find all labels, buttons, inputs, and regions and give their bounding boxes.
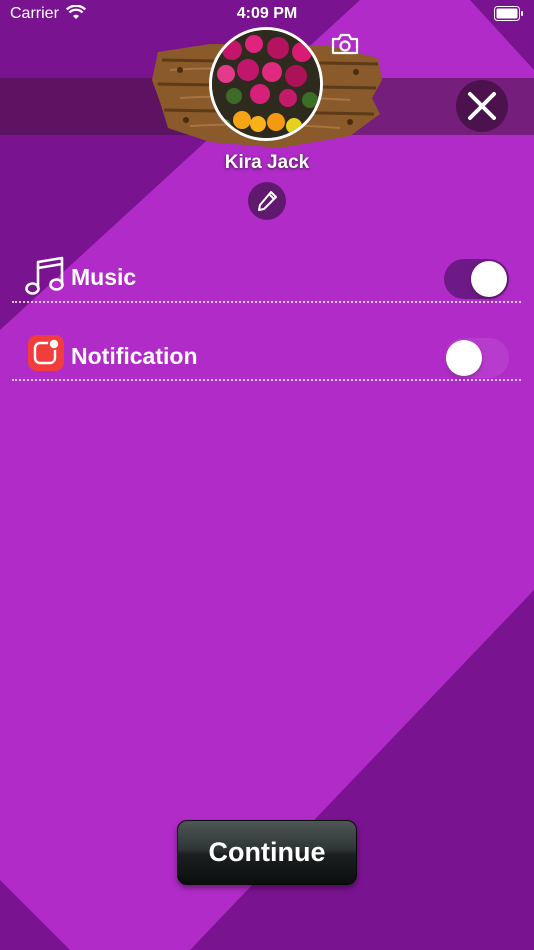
music-setting-row: Music bbox=[12, 256, 521, 300]
status-bar: Carrier 4:09 PM bbox=[0, 0, 534, 28]
close-button[interactable] bbox=[456, 80, 508, 132]
music-divider bbox=[12, 301, 521, 303]
notification-toggle-knob bbox=[446, 340, 482, 376]
notification-toggle[interactable] bbox=[444, 338, 509, 378]
notification-setting-row: Notification bbox=[12, 335, 521, 379]
camera-icon[interactable] bbox=[331, 33, 359, 55]
profile-name: Kira Jack bbox=[224, 152, 310, 173]
notification-divider bbox=[12, 379, 521, 381]
battery-icon bbox=[494, 6, 523, 21]
pencil-icon bbox=[258, 191, 277, 211]
notification-label: Notification bbox=[71, 343, 198, 369]
avatar[interactable] bbox=[209, 27, 323, 141]
notification-badge-icon bbox=[33, 338, 60, 365]
music-toggle-knob bbox=[471, 261, 507, 297]
edit-name-button[interactable] bbox=[248, 182, 286, 220]
avatar-photo bbox=[212, 30, 320, 138]
close-icon bbox=[468, 92, 496, 120]
continue-button[interactable]: Continue bbox=[177, 820, 357, 885]
status-time: 4:09 PM bbox=[236, 5, 298, 22]
music-toggle[interactable] bbox=[444, 259, 509, 299]
notification-icon bbox=[28, 335, 64, 371]
music-label: Music bbox=[71, 264, 137, 290]
music-note-icon bbox=[25, 256, 64, 295]
